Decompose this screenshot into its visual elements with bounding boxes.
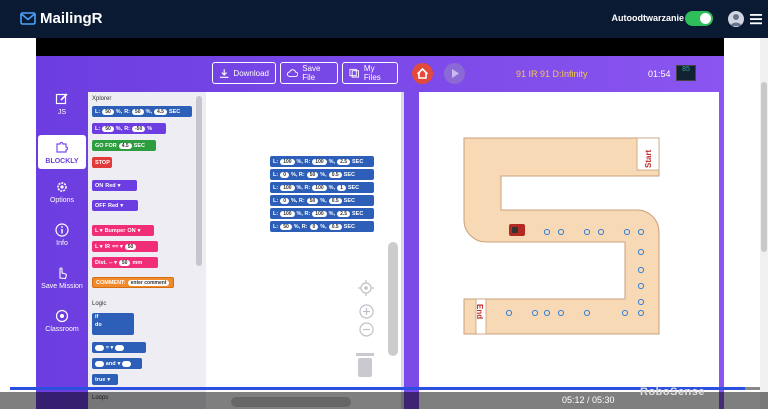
top-bar: MailingR Autoodtwarzanie [0,0,768,38]
folder-icon [349,68,359,78]
sidebar-item-save-mission[interactable]: Save Mission [38,266,86,302]
workspace-vscroll[interactable] [388,242,398,356]
block-drive-speed[interactable]: L: 50%, R: 50%, 4.5 SEC [92,106,192,117]
brand-logo[interactable]: MailingR [20,10,103,27]
autoplay-toggle[interactable] [685,11,713,26]
user-avatar[interactable] [728,11,744,27]
zoom-in-icon[interactable] [359,304,374,319]
block-led-on[interactable]: ON Red ▾ [92,180,137,191]
hamburger-icon [750,14,762,25]
user-icon [730,14,742,26]
block-stop[interactable]: STOP [92,157,112,168]
sidebar-label-js: JS [57,109,67,116]
home-button[interactable] [412,63,433,84]
block-ir[interactable]: L ▾ IR == ▾ 50 [92,241,158,252]
block-comment[interactable]: COMMENT: enter comment [92,277,174,288]
sidebar-item-classroom[interactable]: Classroom [38,309,86,345]
zoom-out-icon[interactable] [359,322,374,337]
recenter-icon[interactable] [358,280,374,296]
block-distance[interactable]: Dist. -- ▾ 50 mm [92,257,158,268]
cloud-icon [287,69,299,77]
file-toolbar: Download Save File My Files [206,62,401,86]
download-button[interactable]: Download [212,62,276,84]
video-time: 05:12 / 05:30 [562,395,615,405]
block-led-off[interactable]: OFF Red ▾ [92,200,138,211]
program-block[interactable]: L: 100%, R: 100%, 2.5 SEC [270,208,374,219]
panel-divider[interactable] [401,92,404,409]
my-files-label: My Files [363,64,381,82]
target-icon [55,309,69,323]
program-block[interactable]: L: 100%, R: 100%, 1 SEC [270,182,374,193]
page: MailingR Autoodtwarzanie Download Save F… [0,0,768,409]
block-true[interactable]: true ▾ [92,374,118,385]
save-file-label: Save File [302,64,321,82]
download-icon [219,68,229,78]
end-label: End [475,304,484,319]
block-palette: Xplorer L: 50%, R: 50%, 4.5 SEC L: 50%, R: -50% … [88,92,206,409]
palette-section-xplorer: Xplorer [92,96,112,102]
block-bumper[interactable]: L ▾ Bumper ON ▾ [92,225,154,236]
robot-display: 85 [676,65,696,81]
menu-button[interactable] [748,11,764,27]
puzzle-icon [56,141,69,153]
program-block[interactable]: L: 100%, R: 100%, 2.5 SEC [270,156,374,167]
start-label: Start [644,149,653,168]
mail-icon [20,12,36,25]
sidebar-label-info: Info [56,240,68,247]
download-label: Download [233,68,269,78]
sensor-status: 91 IR 91 D:Infinity [516,69,588,79]
robot[interactable] [509,224,525,236]
video-controls: 05:12 / 05:30 RoboSense [0,386,768,409]
save-file-button[interactable]: Save File [280,62,338,84]
sidebar-item-info[interactable]: Info [38,223,86,259]
gear-icon [57,182,67,192]
palette-scrollbar[interactable] [196,96,202,266]
trash-icon[interactable] [353,351,377,379]
sidebar-label-options: Options [49,197,75,204]
track-map: Start End [463,137,660,335]
program-block[interactable]: L: 0%, R: 50%, 0.5 SEC [270,195,374,206]
sim-timer: 01:54 [648,69,671,79]
palette-section-logic: Logic [92,301,107,307]
robosense-app: Download Save File My Files 91 IR 91 D:I… [36,56,724,409]
page-scrollbar-thumb[interactable] [761,82,767,252]
home-icon [416,67,429,79]
block-compare[interactable]: = ▾ [92,342,146,353]
program-block[interactable]: L: 0%, R: 50%, 0.5 SEC [270,169,374,180]
program-block[interactable]: L: 50%, R: 0%, 0.5 SEC [270,221,374,232]
info-icon [55,223,69,237]
autoplay-label: Autoodtwarzanie [611,13,684,23]
sidebar-label-classroom: Classroom [45,326,79,333]
my-files-button[interactable]: My Files [342,62,398,84]
sidebar-item-options[interactable]: Options [38,180,86,216]
block-drive-percent[interactable]: L: 50%, R: -50% [92,123,166,134]
s-track [463,137,660,335]
simulator-canvas: Start End [419,92,719,409]
play-button[interactable] [444,63,465,84]
hand-pointer-icon [59,267,67,280]
simulator-toolbar: 91 IR 91 D:Infinity 01:54 85 [408,62,724,86]
sidebar-item-blockly[interactable]: BLOCKLY [38,135,86,169]
play-icon [452,69,459,78]
sidebar-label-save-mission: Save Mission [41,283,83,290]
block-go-for[interactable]: GO FOR 4.5 SEC [92,140,156,151]
sidebar-item-js[interactable]: JS [38,92,86,128]
watermark: RoboSense [640,386,706,398]
sidebar: JS BLOCKLY Options Info Save Mission Cla… [36,92,88,409]
video-progress-fill [10,387,745,390]
blockly-workspace[interactable]: L: 100%, R: 100%, 2.5 SEC L: 0%, R: 50%, 0.5 SEC L… [206,92,401,409]
page-scrollbar[interactable] [760,38,768,409]
block-if-do[interactable]: if do [92,313,134,335]
edit-icon [55,93,68,105]
sidebar-label-blockly: BLOCKLY [45,158,79,165]
block-and[interactable]: and ▾ [92,358,142,369]
brand-name: MailingR [40,10,103,27]
